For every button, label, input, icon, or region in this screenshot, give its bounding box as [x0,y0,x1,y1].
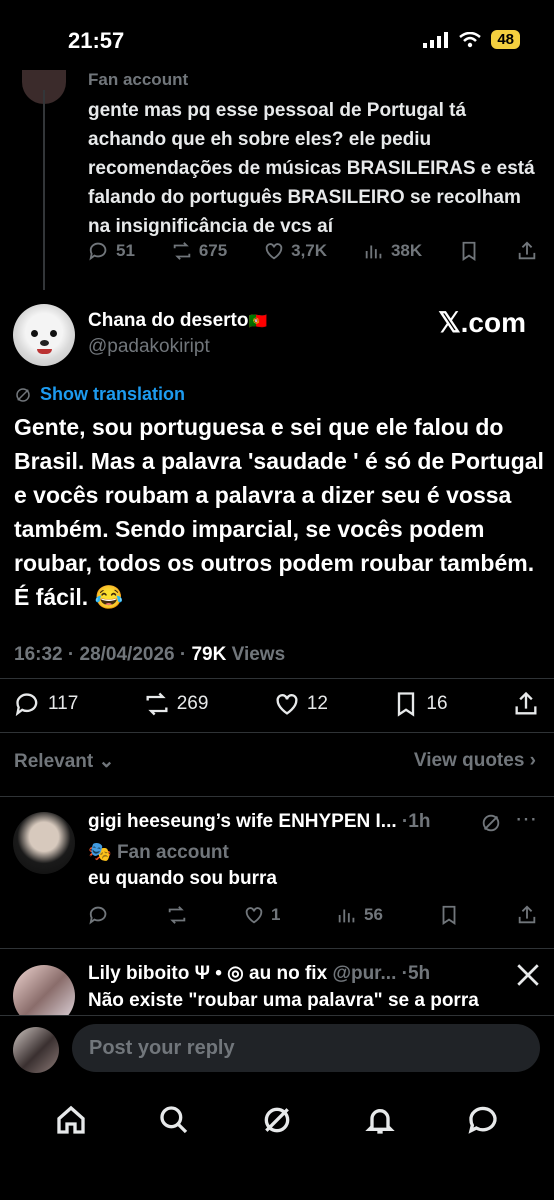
reply1-avatar[interactable] [13,812,75,874]
views-icon [338,909,355,923]
divider [0,948,554,949]
heart-icon [276,694,298,715]
my-avatar [13,1027,59,1073]
wifi-icon [459,31,482,47]
xcom-watermark: 𝕏.com [438,307,526,338]
reply-button[interactable]: 51 [88,240,135,262]
bookmark-button[interactable] [438,904,460,926]
tweet-date[interactable]: 28/04/2026 [80,644,175,665]
reply1-actions: 1 56 [88,904,538,926]
status-time: 21:57 [68,28,125,53]
reply1-fan-badge: 🎭 Fan account [88,842,229,863]
sort-relevant-dropdown[interactable]: Relevant ⌄ [14,750,114,773]
reply-button[interactable]: 117 [14,690,78,718]
show-translation-link[interactable]: Show translation [14,384,185,405]
views-label: Views [231,644,286,665]
share-button[interactable] [512,690,540,718]
main-handle[interactable]: @padakokiript [88,336,210,358]
main-display-name[interactable]: Chana do deserto🇵🇹 [88,310,267,332]
grok-icon [16,387,30,402]
tweet-time[interactable]: 16:32 [14,644,63,665]
reply1-text: eu quando sou burra [88,868,277,889]
share-icon [518,241,536,260]
repost-icon [168,906,185,924]
views-count: 38K [390,241,423,260]
like-button[interactable]: 3,7K [263,240,327,262]
reply2-time: 5h [407,963,431,984]
views-button[interactable]: 56 [336,904,383,926]
bookmark-count: 16 [426,693,448,714]
repost-button[interactable]: 675 [171,240,227,262]
heart-icon [245,907,263,924]
reply-icon [15,693,38,717]
reply2-name[interactable]: Lily biboito Ψ • ◎ au no fix @pur... ·5h [88,962,430,985]
share-icon [515,691,537,715]
chevron-right-icon: › [529,750,536,771]
repost-icon [146,692,168,716]
bookmark-icon [443,905,456,925]
repost-icon [173,242,191,260]
bookmark-icon [398,692,415,717]
home-icon[interactable] [55,1104,87,1136]
view-quotes-link[interactable]: View quotes › [414,750,536,772]
parent-fan-label: Fan account [88,70,189,89]
share-button[interactable] [516,240,538,262]
main-avatar[interactable] [13,304,75,366]
x-logo-icon [517,964,539,986]
search-icon[interactable] [158,1104,190,1136]
main-tweet-text: Gente, sou portuguesa e sei que ele falo… [14,414,544,610]
parent-tweet-text: gente mas pq esse pessoal de Portugal tá… [88,100,535,237]
repost-count: 675 [198,241,228,260]
reply-icon [89,242,107,261]
like-button[interactable]: 1 [243,904,281,926]
reply1-name[interactable]: gigi heeseung’s wife ENHYPEN I... ·1h [88,811,498,833]
more-options-icon[interactable]: ⋯ [515,806,537,832]
views-count: 56 [364,905,383,924]
battery-icon: 48 [491,30,520,49]
mask-icon: 🎭 [88,842,112,863]
divider [0,732,554,733]
divider [0,678,554,679]
bottom-nav [0,1090,554,1150]
thread-line [43,90,45,290]
like-count: 1 [271,905,281,924]
reply1-time: 1h [408,811,431,832]
like-count: 12 [306,693,328,714]
bookmark-icon [462,241,476,261]
reply2-text: Não existe "roubar uma palavra" se a por… [88,990,479,1011]
repost-button[interactable] [166,904,188,926]
heart-icon [265,243,283,260]
share-icon [518,905,536,924]
tweet-meta: 16:32 · 28/04/2026 · 79K Views [14,644,286,665]
views-icon [365,245,382,259]
signal-icon [423,31,449,48]
like-button[interactable]: 12 [273,690,328,718]
chevron-down-icon: ⌄ [98,751,115,772]
reply2-handle: @pur... [332,963,397,984]
reply-button[interactable] [88,904,110,926]
bookmark-button[interactable]: 16 [392,690,448,718]
parent-actions: 51 675 3,7K 38K [88,240,538,262]
messages-icon[interactable] [467,1104,499,1136]
grok-icon[interactable] [261,1104,293,1136]
reply-input[interactable]: Post your reply [72,1024,540,1072]
reply-count: 51 [116,241,135,260]
repost-count: 269 [176,693,209,714]
bookmark-button[interactable] [458,240,480,262]
like-count: 3,7K [291,241,328,260]
divider [0,796,554,797]
reply-count: 117 [48,693,79,714]
main-actions: 117 269 12 16 [14,690,540,718]
notifications-bell-icon[interactable] [364,1104,396,1136]
grok-icon[interactable] [480,812,502,834]
reply-icon [89,906,107,925]
view-count: 79K [191,644,227,665]
repost-button[interactable]: 269 [143,690,209,718]
share-button[interactable] [516,904,538,926]
views-button[interactable]: 38K [363,240,422,262]
status-icons: 48 [423,30,520,49]
